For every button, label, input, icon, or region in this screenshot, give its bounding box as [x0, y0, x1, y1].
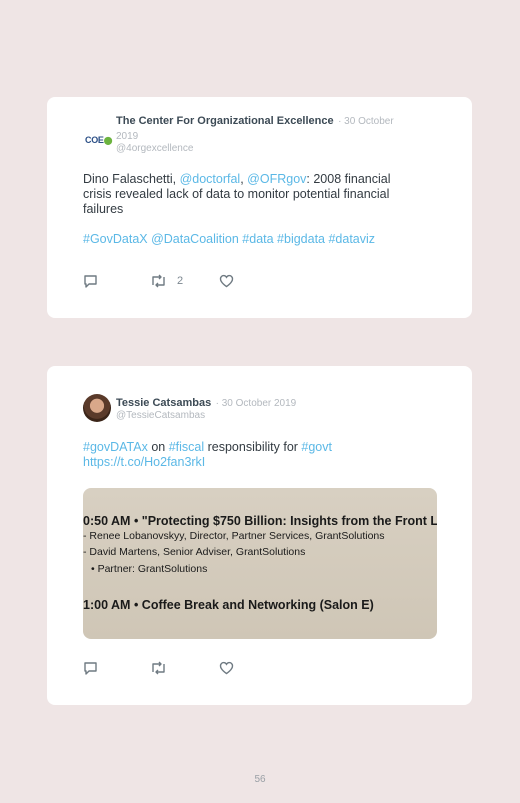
media-text: • Partner: GrantSolutions: [91, 563, 208, 575]
retweet-icon: [152, 661, 165, 675]
mention-link[interactable]: @OFRgov: [247, 172, 306, 186]
media-text: - David Martens, Senior Adviser, GrantSo…: [83, 546, 306, 558]
page-number: 56: [254, 774, 266, 785]
tweet-text-part: Dino Falaschetti,: [83, 172, 180, 186]
author-name[interactable]: Tessie Catsambas: [116, 397, 211, 409]
tweet-card: COE⬤ The Center For Organizational Excel…: [47, 97, 472, 318]
hashtag-line[interactable]: #GovDataX @DataCoalition #data #bigdata …: [83, 232, 422, 247]
media-text: 1:00 AM • Coffee Break and Networking (S…: [83, 598, 374, 612]
hashtag-link[interactable]: #govt: [301, 440, 332, 454]
mention-link[interactable]: @doctorfal: [180, 172, 241, 186]
avatar[interactable]: COE⬤: [85, 135, 113, 149]
like-button[interactable]: [219, 274, 234, 288]
retweet-button[interactable]: 2: [150, 274, 183, 288]
tweet-body: #govDATAx on #fiscal responsibility for …: [83, 440, 422, 470]
reply-button[interactable]: [83, 661, 98, 675]
tweet-url-link[interactable]: https://t.co/Ho2fan3rkI: [83, 455, 205, 469]
avatar[interactable]: [83, 394, 111, 422]
heart-icon: [219, 274, 234, 288]
leaf-icon: ⬤: [103, 136, 113, 145]
media-text: - Renee Lobanovskyy, Director, Partner S…: [83, 530, 385, 542]
tweet-card: Tessie Catsambas · 30 October 2019 @Tess…: [47, 366, 472, 705]
tweet-text-part: responsibility for: [204, 440, 302, 454]
retweet-icon: [152, 274, 165, 288]
retweet-button[interactable]: [150, 661, 167, 675]
author-handle[interactable]: @4orgexcellence: [116, 143, 416, 155]
heart-icon: [219, 661, 234, 675]
tweet-text-part: on: [147, 440, 169, 454]
avatar-logo-text: COE: [85, 135, 104, 145]
tweet-actions: [83, 661, 283, 677]
tweet-actions: 2: [83, 274, 283, 290]
reply-icon: [84, 275, 97, 288]
tweet-header: The Center For Organizational Excellence…: [116, 113, 416, 155]
author-name[interactable]: The Center For Organizational Excellence: [116, 115, 334, 127]
tweet-body: Dino Falaschetti, @doctorfal, @OFRgov: 2…: [83, 172, 422, 217]
tweet-header: Tessie Catsambas · 30 October 2019 @Tess…: [116, 395, 416, 422]
reply-icon: [84, 662, 97, 675]
retweet-count: 2: [177, 275, 184, 287]
like-button[interactable]: [219, 661, 234, 675]
hashtag-link[interactable]: #govDATAx: [83, 440, 148, 454]
author-handle[interactable]: @TessieCatsambas: [116, 410, 416, 422]
media-text: 0:50 AM • "Protecting $750 Billion: Insi…: [83, 514, 437, 528]
tweet-date[interactable]: · 30 October 2019: [216, 398, 297, 409]
tweet-media-image[interactable]: 0:50 AM • "Protecting $750 Billion: Insi…: [83, 488, 437, 639]
reply-button[interactable]: [83, 274, 98, 288]
hashtag-link[interactable]: #fiscal: [169, 440, 204, 454]
